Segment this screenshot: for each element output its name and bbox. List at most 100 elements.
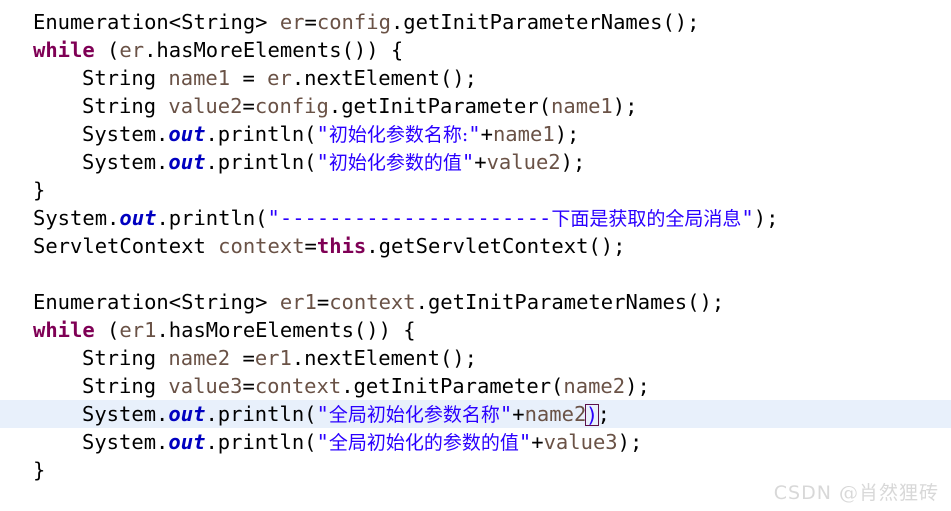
token-variable: er1 — [119, 318, 157, 342]
token-string-cjk: 全局初始化参数名称 — [328, 404, 500, 426]
token-plain: = — [230, 346, 255, 370]
token-keyword: while — [33, 318, 95, 342]
token-variable: er — [279, 10, 305, 34]
token-variable: er — [267, 66, 292, 90]
token-plain: = — [242, 374, 255, 398]
token-plain: System. — [82, 402, 169, 426]
token-string: " — [316, 122, 329, 146]
token-string: " — [316, 402, 329, 426]
token-plain: ); — [560, 150, 586, 174]
token-variable: er1 — [279, 290, 317, 314]
csdn-watermark: CSDN @肖然狸砖 — [774, 478, 939, 505]
token-keyword: while — [33, 38, 95, 62]
bracket-match-highlight: ) — [584, 403, 600, 427]
token-string-cjk: 初始化参数的值 — [328, 152, 462, 174]
token-plain: ); — [554, 122, 580, 146]
token-plain: System. — [82, 150, 169, 174]
token-plain: = — [242, 94, 255, 118]
token-plain: Enumeration<String> — [33, 10, 280, 34]
token-string: " — [518, 430, 532, 454]
token-plain: System. — [82, 430, 169, 454]
token-variable: name2 — [524, 402, 587, 426]
token-string-cjk: 全局初始化的参数的值 — [328, 432, 519, 454]
token-variable: value3 — [168, 374, 243, 398]
code-line[interactable]: System.out.println("--------------------… — [0, 204, 951, 232]
token-variable: config — [254, 94, 329, 118]
token-plain: } — [33, 458, 46, 482]
code-line[interactable]: while (er1.hasMoreElements()) { — [0, 316, 951, 344]
code-line[interactable]: Enumeration<String> er=config.getInitPar… — [0, 8, 951, 36]
token-variable: context — [329, 290, 416, 314]
token-plain: .println( — [205, 402, 317, 426]
token-plain: System. — [33, 206, 120, 230]
token-static-field: out — [168, 122, 206, 146]
token-plain: .getInitParameter( — [328, 94, 552, 118]
code-line[interactable]: System.out.println("全局初始化的参数的值"+value3); — [0, 428, 951, 456]
token-variable: er — [119, 38, 145, 62]
token-variable: config — [316, 10, 391, 34]
token-plain: ( — [94, 318, 120, 342]
token-plain: + — [512, 402, 525, 426]
token-plain: ServletContext — [33, 234, 219, 258]
token-variable: context — [254, 374, 342, 398]
token-plain: .getInitParameterNames(); — [390, 10, 700, 34]
code-line[interactable]: Enumeration<String> er1=context.getInitP… — [0, 288, 951, 316]
token-variable: name1 — [168, 66, 231, 90]
token-plain: .getInitParameter( — [341, 374, 564, 398]
token-variable: value3 — [543, 430, 618, 454]
token-variable: er1 — [254, 346, 292, 370]
token-variable: name1 — [492, 122, 555, 146]
token-variable: name2 — [563, 374, 626, 398]
token-string: " — [461, 150, 475, 174]
token-plain: .nextElement(); — [291, 346, 477, 370]
token-plain: ); — [617, 430, 643, 454]
code-line[interactable] — [0, 260, 951, 288]
code-line[interactable]: while (er.hasMoreElements()) { — [0, 36, 951, 64]
token-plain: } — [33, 178, 46, 202]
token-plain: = — [304, 10, 317, 34]
token-plain: .println( — [156, 206, 268, 230]
token-plain: .println( — [205, 122, 317, 146]
token-string: " — [741, 206, 754, 230]
code-line[interactable]: String name2 =er1.nextElement(); — [0, 344, 951, 372]
token-variable: name2 — [168, 346, 231, 370]
token-variable: value2 — [486, 150, 561, 174]
token-plain: ( — [94, 38, 120, 62]
token-plain: + — [531, 430, 544, 454]
watermark-handle: @肖然狸砖 — [838, 482, 939, 504]
token-plain: System. — [82, 122, 169, 146]
code-line[interactable]: } — [0, 176, 951, 204]
code-line[interactable]: String name1 = er.nextElement(); — [0, 64, 951, 92]
code-line[interactable]: String value2=config.getInitParameter(na… — [0, 92, 951, 120]
token-plain: .getServletContext(); — [366, 234, 626, 258]
token-string: " — [499, 402, 513, 426]
token-plain: ); — [612, 94, 638, 118]
token-string-cjk: 初始化参数名称: — [328, 124, 469, 146]
code-line[interactable]: System.out.println("初始化参数的值"+value2); — [0, 148, 951, 176]
token-static-field: out — [119, 206, 157, 230]
token-string: " — [316, 150, 329, 174]
token-plain: ); — [753, 206, 779, 230]
token-plain: = — [304, 234, 317, 258]
token-plain: .println( — [205, 430, 317, 454]
token-plain: .hasMoreElements()) { — [144, 38, 404, 62]
code-line[interactable]: String value3=context.getInitParameter(n… — [0, 372, 951, 400]
token-string-cjk: 下面是获取的全局消息 — [551, 208, 742, 230]
code-editor[interactable]: Enumeration<String> er=config.getInitPar… — [0, 0, 951, 511]
token-variable: name1 — [551, 94, 613, 118]
token-plain: String — [82, 374, 169, 398]
code-line[interactable]: System.out.println("全局初始化参数名称"+name2); — [0, 400, 951, 428]
token-string: "---------------------- — [267, 206, 552, 230]
token-plain: ; — [597, 402, 610, 426]
token-plain: String — [82, 66, 169, 90]
token-plain: .hasMoreElements()) { — [156, 318, 416, 342]
code-line[interactable]: System.out.println("初始化参数名称:"+name1); — [0, 120, 951, 148]
token-string: " — [468, 122, 481, 146]
token-string: " — [316, 430, 329, 454]
token-static-field: out — [168, 430, 206, 454]
code-line[interactable]: ServletContext context=this.getServletCo… — [0, 232, 951, 260]
token-plain: = — [230, 66, 268, 90]
token-plain: + — [474, 150, 487, 174]
token-variable: context — [218, 234, 305, 258]
code-lines-container[interactable]: Enumeration<String> er=config.getInitPar… — [0, 8, 951, 484]
